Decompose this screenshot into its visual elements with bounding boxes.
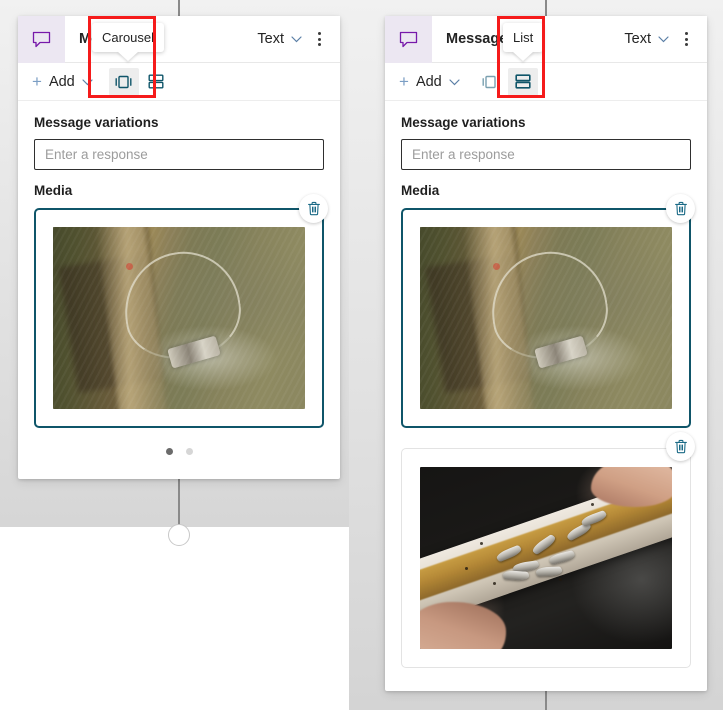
tooltip-arrow — [512, 51, 535, 61]
node-body: Message variations Media — [18, 101, 340, 471]
tooltip-list: List — [503, 23, 544, 61]
node-toolbar: + Add — [385, 63, 707, 101]
format-dropdown[interactable]: Text — [618, 27, 675, 51]
message-bubble-icon — [18, 15, 65, 63]
media-card[interactable] — [34, 208, 324, 428]
format-dropdown[interactable]: Text — [251, 27, 308, 51]
list-layout-icon[interactable] — [141, 68, 171, 96]
tooltip-arrow — [117, 51, 140, 61]
add-button[interactable]: + Add — [30, 70, 95, 93]
trash-icon[interactable] — [666, 432, 695, 461]
message-node-list[interactable]: Message Text + Add Message variations En… — [385, 15, 707, 691]
media-card-wrapper — [401, 194, 695, 428]
message-variations-label: Message variations — [34, 115, 159, 130]
media-label: Media — [34, 183, 73, 198]
message-node-carousel[interactable]: Message Text + Add — [18, 15, 340, 479]
node-header: Message Text — [18, 15, 340, 63]
chevron-down-icon — [658, 31, 669, 47]
trash-icon[interactable] — [299, 194, 328, 223]
format-dropdown-label: Text — [624, 31, 651, 47]
node-body: Message variations Media — [385, 101, 707, 668]
plus-icon: + — [32, 72, 42, 91]
list-layout-icon[interactable] — [507, 67, 538, 96]
tooltip-list-label: List — [513, 30, 534, 45]
format-dropdown-label: Text — [257, 31, 284, 47]
tooltip-carousel: Carousel — [92, 23, 165, 61]
media-label: Media — [401, 183, 440, 198]
media-card[interactable] — [401, 208, 691, 428]
media-image-aerial-boat[interactable] — [420, 227, 672, 409]
chevron-down-icon — [291, 31, 302, 47]
connector-endpoint-left[interactable] — [168, 524, 190, 546]
message-variations-label: Message variations — [401, 115, 526, 130]
carousel-layout-icon[interactable] — [476, 68, 506, 96]
trash-icon[interactable] — [666, 194, 695, 223]
screenshot-stage: Message Text + Add — [0, 0, 723, 710]
add-button-label: Add — [48, 73, 75, 90]
carousel-dots[interactable] — [34, 434, 324, 471]
response-input[interactable] — [401, 139, 691, 170]
media-image-aerial-boat[interactable] — [53, 227, 305, 409]
media-image-fish-tray[interactable] — [420, 467, 672, 649]
carousel-dot-1[interactable] — [165, 448, 173, 455]
carousel-layout-icon[interactable] — [108, 67, 139, 96]
node-header: Message Text — [385, 15, 707, 63]
media-card-wrapper — [34, 194, 328, 428]
media-card-wrapper — [401, 432, 695, 668]
carousel-dot-2[interactable] — [185, 448, 193, 455]
node-title: Message — [446, 31, 508, 47]
media-card[interactable] — [401, 448, 691, 668]
header-actions: Text — [618, 26, 707, 52]
response-input[interactable] — [34, 139, 324, 170]
add-button-label: Add — [415, 73, 442, 90]
tooltip-carousel-label: Carousel — [102, 30, 155, 45]
plus-icon: + — [399, 72, 409, 91]
chevron-down-icon — [82, 74, 93, 90]
connector-line-bottom-right — [545, 688, 547, 710]
more-vertical-icon[interactable] — [677, 26, 696, 52]
add-button[interactable]: + Add — [397, 70, 462, 93]
more-vertical-icon[interactable] — [310, 26, 329, 52]
message-bubble-icon — [385, 15, 432, 63]
header-actions: Text — [251, 26, 340, 52]
node-toolbar: + Add — [18, 63, 340, 101]
chevron-down-icon — [449, 74, 460, 90]
